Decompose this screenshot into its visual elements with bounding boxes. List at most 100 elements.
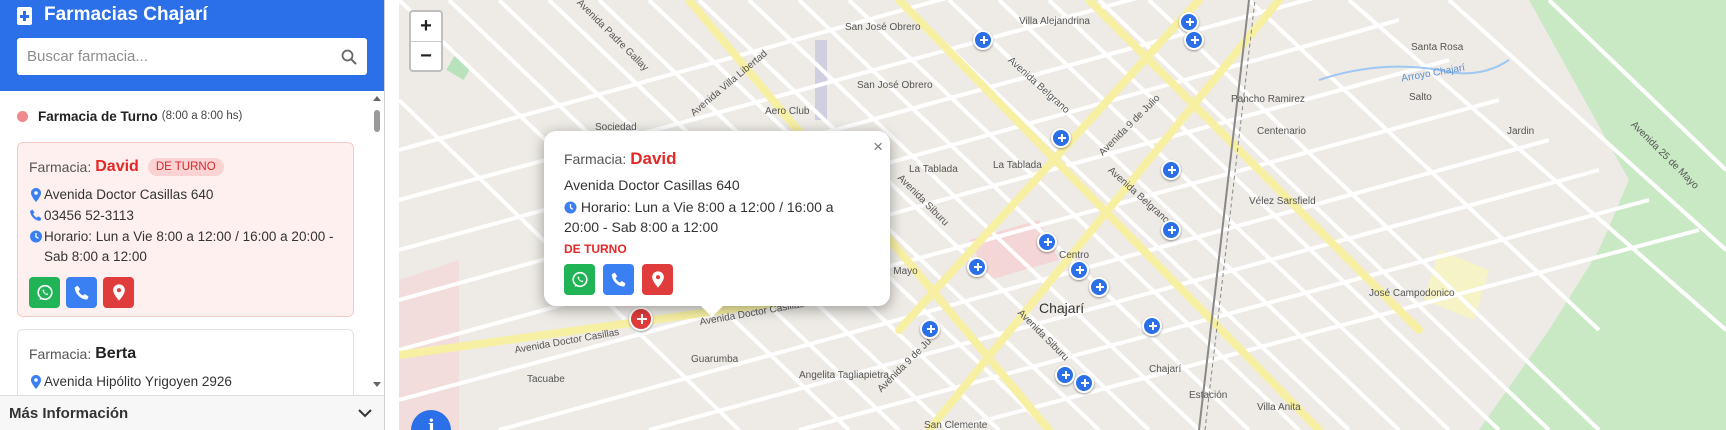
map-label: Santa Rosa (1411, 42, 1464, 53)
hours-text: Horario: Lun a Vie 8:00 a 12:00 / 16:00 … (44, 229, 334, 264)
popup-status: DE TURNO (564, 242, 627, 256)
card-prefix: Farmacia: (29, 346, 92, 362)
map-pin-icon (31, 375, 41, 389)
app-title-row: Farmacias Chajarí (17, 0, 367, 30)
plus-square-icon (17, 7, 32, 25)
map-label: Aero Club (765, 106, 810, 117)
pharmacy-marker[interactable] (1069, 260, 1089, 280)
phone-icon (74, 285, 89, 300)
scroll-thumb[interactable] (374, 110, 380, 132)
duty-legend-hours: (8:00 a 8:00 hs) (161, 110, 243, 122)
map-label: San José Obrero (857, 80, 933, 91)
map-label: Centro (1059, 250, 1090, 261)
clock-icon (564, 201, 577, 214)
popup-actions (564, 264, 870, 295)
zoom-in-button[interactable]: + (411, 12, 441, 41)
hours-line: Horario: Lun a Vie 8:00 a 12:00 / 16:00 … (29, 227, 342, 267)
whatsapp-button[interactable] (564, 264, 595, 295)
location-button[interactable] (642, 264, 673, 295)
phone-text: 03456 52-3113 (44, 208, 134, 223)
address-line: Avenida Doctor Casillas 640 (29, 185, 342, 205)
sidebar-header: Farmacias Chajarí (0, 0, 384, 91)
popup-pharmacy-name: David (630, 149, 677, 168)
pharmacy-list: Farmacia de Turno (8:00 a 8:00 hs) Farma… (0, 91, 384, 395)
address-text: Avenida Doctor Casillas 640 (44, 187, 214, 202)
pharmacy-marker[interactable] (1184, 30, 1204, 50)
map-label: Tacuabe (527, 374, 565, 385)
pharmacy-marker[interactable] (1179, 12, 1199, 32)
pharmacy-name: David (95, 158, 139, 175)
phone-icon (30, 209, 42, 221)
search-icon[interactable] (341, 49, 357, 65)
phone-line: 03456 52-3113 (29, 206, 342, 226)
map-label: Villa Anita (1257, 402, 1301, 413)
map-label: Chajarí (1039, 300, 1085, 316)
map-pin-icon (651, 271, 664, 288)
pharmacy-marker[interactable] (973, 30, 993, 50)
pharmacy-marker[interactable] (1051, 128, 1071, 148)
map-label: La Tablada (909, 164, 958, 175)
map-pin-icon (112, 284, 125, 301)
map-label: San Clemente (924, 420, 988, 430)
app-title: Farmacias Chajarí (44, 4, 208, 25)
more-info-toggle[interactable]: Más Información (0, 395, 384, 430)
map-label: La Tablada (993, 160, 1042, 171)
whatsapp-icon (36, 284, 53, 300)
card-actions (29, 277, 342, 308)
more-info-label: Más Información (9, 404, 129, 422)
pharmacy-card-berta[interactable]: Farmacia: Berta Avenida Hipólito Yrigoye… (17, 329, 354, 395)
sidebar-scrollbar[interactable] (370, 96, 384, 392)
address-line: Avenida Hipólito Yrigoyen 2926 (29, 372, 342, 392)
zoom-control: + − (409, 10, 443, 72)
map-label: Pancho Ramirez (1231, 94, 1305, 105)
card-header: Farmacia: Berta (29, 344, 342, 364)
scroll-up-arrow[interactable] (373, 96, 381, 101)
address-text: Avenida Hipólito Yrigoyen 2926 (44, 374, 232, 389)
pharmacy-marker[interactable] (920, 319, 940, 339)
map-label: Salto (1409, 92, 1432, 103)
duty-legend-label: Farmacia de Turno (38, 108, 158, 124)
status-badge: DE TURNO (147, 158, 224, 176)
map-label: San José Obrero (845, 22, 921, 33)
chevron-down-icon (358, 408, 372, 417)
pharmacy-marker[interactable] (1161, 220, 1181, 240)
whatsapp-icon (571, 271, 588, 287)
map-pin-icon (31, 188, 41, 202)
clock-icon (30, 230, 42, 243)
pharmacy-marker[interactable] (1161, 160, 1181, 180)
duty-legend-dot (17, 110, 28, 122)
close-icon[interactable]: × (873, 137, 883, 157)
map-label: Angelita Tagliapietra (799, 370, 889, 381)
call-button[interactable] (66, 277, 97, 308)
scroll-down-arrow[interactable] (373, 382, 381, 387)
card-prefix: Farmacia: (29, 159, 92, 175)
map-label: Vélez Sarsfield (1249, 196, 1316, 207)
popup-prefix: Farmacia: (564, 151, 627, 167)
call-button[interactable] (603, 264, 634, 295)
search-box (17, 38, 367, 75)
map-label: Guarumba (691, 354, 739, 365)
pharmacy-marker[interactable] (967, 257, 987, 277)
pharmacy-marker[interactable] (1074, 373, 1094, 393)
duty-legend: Farmacia de Turno (8:00 a 8:00 hs) (17, 108, 384, 124)
pharmacy-marker[interactable] (1055, 365, 1075, 385)
pharmacy-card-david[interactable]: Farmacia: David DE TURNO Avenida Doctor … (17, 142, 354, 317)
location-button[interactable] (103, 277, 134, 308)
pharmacy-marker[interactable] (1037, 232, 1057, 252)
sidebar: Farmacias Chajarí Farmacia de Turno (8:0… (0, 0, 385, 430)
map-label: Centenario (1257, 126, 1306, 137)
map-label: Estación (1189, 390, 1228, 401)
map-view[interactable]: Villa Alejandrina San José Obrero San Jo… (399, 0, 1726, 430)
duty-pharmacy-marker[interactable] (629, 307, 653, 331)
pharmacy-marker[interactable] (1089, 277, 1109, 297)
zoom-out-button[interactable]: − (411, 41, 441, 70)
map-label: Villa Alejandrina (1019, 16, 1090, 27)
whatsapp-button[interactable] (29, 277, 60, 308)
search-input[interactable] (27, 48, 341, 65)
map-label: José Campodonico (1369, 288, 1455, 299)
card-header: Farmacia: David DE TURNO (29, 157, 342, 177)
popup-hours: Horario: Lun a Vie 8:00 a 12:00 / 16:00 … (564, 199, 834, 235)
map-label: Jardin (1507, 126, 1535, 137)
pharmacy-name: Berta (95, 345, 137, 362)
pharmacy-marker[interactable] (1142, 316, 1162, 336)
